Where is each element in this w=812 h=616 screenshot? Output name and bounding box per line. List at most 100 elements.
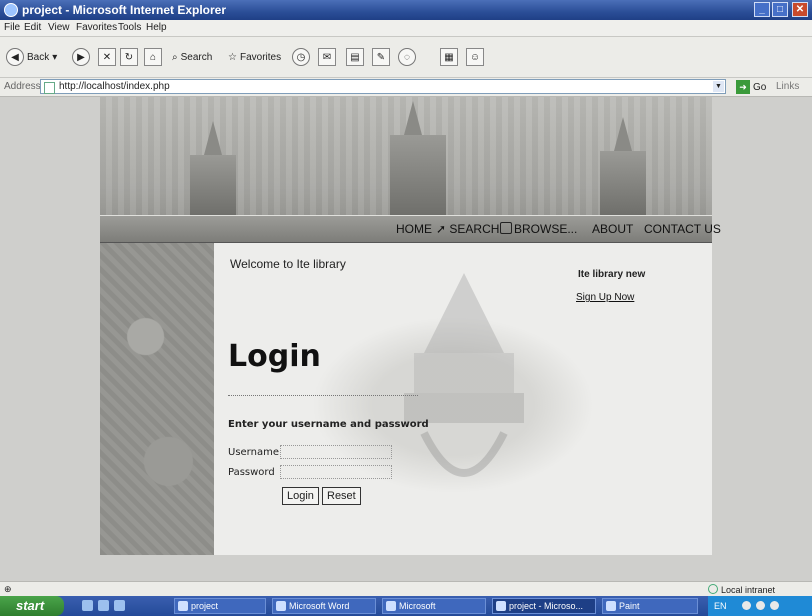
messenger-icon: ☺	[466, 48, 484, 66]
links-button[interactable]: Links	[776, 81, 799, 92]
windows-taskbar: start project Microsoft Word Microsoft p…	[0, 596, 812, 616]
address-bar: Address http://localhost/index.php ▼ ➜ G…	[0, 78, 812, 97]
login-content-area: Welcome to Ite library Ite library new S…	[214, 243, 712, 555]
task-label: Microsoft Word	[289, 601, 350, 611]
menu-tools[interactable]: Tools	[118, 22, 141, 33]
favorites-button[interactable]: ☆ Favorites	[228, 47, 281, 67]
taskbar-item[interactable]: Microsoft Word	[272, 598, 376, 614]
tray-icon[interactable]	[742, 601, 751, 610]
temple-tower-image	[190, 155, 236, 215]
nav-search-label: SEARCH	[449, 222, 500, 236]
refresh-button[interactable]: ↻	[120, 47, 138, 67]
menu-file[interactable]: File	[4, 22, 20, 33]
taskbar-item[interactable]: Paint	[602, 598, 698, 614]
nav-browse[interactable]: BROWSE...	[500, 222, 577, 236]
print-icon: ▤	[346, 48, 364, 66]
task-label: Paint	[619, 601, 640, 611]
task-label: project	[191, 601, 219, 611]
page-viewport[interactable]: HOME ➚ SEARCH BROWSE... ABOUT CONTACT US…	[0, 97, 812, 581]
nav-home[interactable]: HOME	[396, 222, 432, 236]
security-zone: Local intranet	[708, 584, 775, 595]
discuss-button[interactable]: ◌	[398, 47, 416, 67]
language-indicator[interactable]: EN	[714, 601, 727, 611]
mail-button[interactable]: ✉	[318, 47, 336, 67]
edit-button[interactable]: ✎	[372, 47, 390, 67]
messenger-button[interactable]: ☺	[466, 47, 484, 67]
system-tray: EN	[708, 596, 812, 616]
username-label: Username	[228, 447, 279, 458]
sign-up-link[interactable]: Sign Up Now	[576, 292, 634, 303]
research-button[interactable]: ▦	[440, 47, 458, 67]
discuss-icon: ◌	[398, 48, 416, 66]
password-input[interactable]	[280, 465, 392, 479]
internet-explorer-icon	[4, 3, 18, 17]
chevron-down-icon[interactable]: ▼	[713, 81, 724, 92]
window-title-bar: project - Microsoft Internet Explorer _ …	[0, 0, 812, 20]
sidebar-heading: Ite library new	[578, 269, 646, 280]
menu-help[interactable]: Help	[146, 22, 167, 33]
quick-launch-icon[interactable]	[98, 600, 109, 611]
username-input[interactable]	[280, 445, 392, 459]
nav-search[interactable]: ➚ SEARCH	[436, 222, 499, 236]
task-label: project - Microso...	[509, 601, 584, 611]
standard-toolbar: ◀ Back ▾ ▶ ✕ ↻ ⌂ ⌕ Search ☆ Favorites ◷ …	[0, 37, 812, 78]
back-button[interactable]: ◀ Back ▾	[6, 47, 57, 67]
page-status-icon: ⊕	[4, 584, 12, 594]
nav-contact-us[interactable]: CONTACT US	[644, 222, 721, 236]
start-button[interactable]: start	[0, 596, 64, 616]
home-icon: ⌂	[144, 48, 162, 66]
search-button[interactable]: ⌕ Search	[172, 47, 212, 67]
status-bar: ⊕ Local intranet	[0, 581, 812, 597]
search-icon: ⌕	[172, 51, 178, 63]
refresh-icon: ↻	[120, 48, 138, 66]
menu-edit[interactable]: Edit	[24, 22, 41, 33]
go-button[interactable]: ➜ Go	[736, 80, 766, 94]
site-nav-bar: HOME ➚ SEARCH BROWSE... ABOUT CONTACT US	[100, 215, 721, 243]
address-input[interactable]: http://localhost/index.php ▼	[40, 79, 726, 94]
favorites-label: Favorites	[239, 51, 282, 63]
home-button[interactable]: ⌂	[144, 47, 162, 67]
minimize-button[interactable]: _	[754, 2, 770, 17]
taskbar-item-active[interactable]: project - Microso...	[492, 598, 596, 614]
address-url: http://localhost/index.php	[59, 81, 170, 92]
password-label: Password	[228, 467, 275, 478]
maximize-button[interactable]: □	[772, 2, 788, 17]
go-arrow-icon: ➜	[736, 80, 750, 94]
divider	[228, 395, 418, 396]
research-icon: ▦	[440, 48, 458, 66]
tray-icon[interactable]	[770, 601, 779, 610]
back-arrow-icon: ◀	[6, 48, 24, 66]
quick-launch-icon[interactable]	[114, 600, 125, 611]
nav-about[interactable]: ABOUT	[592, 222, 633, 236]
star-icon: ☆	[228, 51, 237, 63]
print-button[interactable]: ▤	[346, 47, 364, 67]
menu-view[interactable]: View	[48, 22, 70, 33]
search-label: Search	[180, 51, 213, 63]
login-instruction: Enter your username and password	[228, 419, 429, 430]
window-title: project - Microsoft Internet Explorer	[22, 3, 227, 17]
search-arrow-icon: ➚	[436, 222, 447, 236]
reset-button[interactable]: Reset	[322, 487, 361, 505]
forward-button[interactable]: ▶	[72, 47, 90, 67]
welcome-text: Welcome to Ite library	[230, 257, 346, 271]
stop-icon: ✕	[98, 48, 116, 66]
login-button[interactable]: Login	[282, 487, 319, 505]
menu-bar: File Edit View Favorites Tools Help	[0, 20, 812, 37]
history-button[interactable]: ◷	[292, 47, 310, 67]
nav-browse-label: BROWSE...	[514, 222, 578, 236]
temple-tower-image	[390, 135, 446, 215]
quick-launch-icon[interactable]	[82, 600, 93, 611]
stop-button[interactable]: ✕	[98, 47, 116, 67]
task-label: Microsoft	[399, 601, 436, 611]
menu-favorites[interactable]: Favorites	[76, 22, 117, 33]
mail-icon: ✉	[318, 48, 336, 66]
chevron-down-icon: ▾	[52, 51, 58, 63]
taskbar-item[interactable]: Microsoft	[382, 598, 486, 614]
taskbar-item[interactable]: project	[174, 598, 266, 614]
close-button[interactable]: ✕	[792, 2, 808, 17]
go-label: Go	[753, 81, 767, 93]
temple-watermark-image	[404, 273, 524, 477]
tray-icon[interactable]	[756, 601, 765, 610]
history-icon: ◷	[292, 48, 310, 66]
forward-arrow-icon: ▶	[72, 48, 90, 66]
